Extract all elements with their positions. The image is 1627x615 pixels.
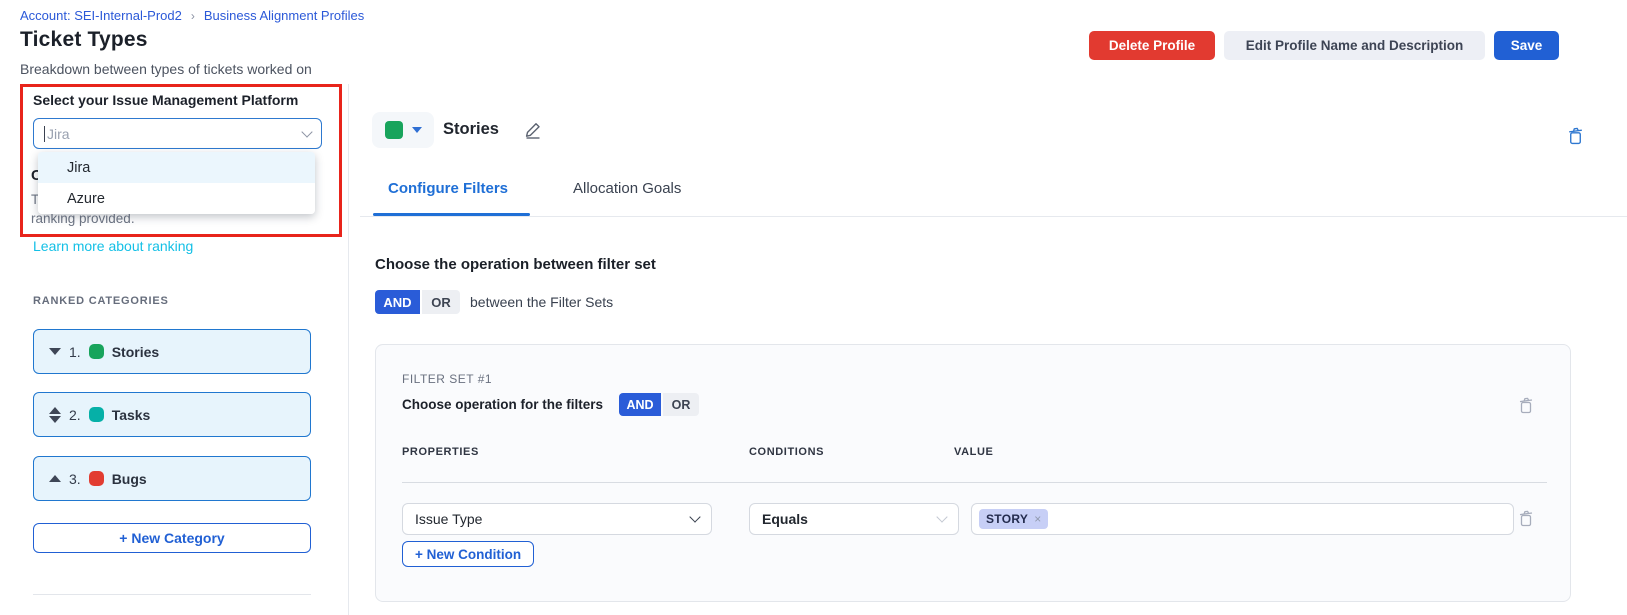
- platform-input-placeholder: Jira: [47, 126, 303, 142]
- breadcrumb: Account: SEI-Internal-Prod2 › Business A…: [20, 8, 364, 23]
- and-toggle-button[interactable]: AND: [375, 290, 420, 314]
- learn-more-ranking-link[interactable]: Learn more about ranking: [33, 238, 193, 254]
- new-condition-button[interactable]: + New Condition: [402, 541, 534, 567]
- category-color-picker-button[interactable]: [372, 112, 434, 148]
- ranked-categories-label: RANKED CATEGORIES: [33, 295, 169, 307]
- save-button[interactable]: Save: [1494, 31, 1559, 60]
- filter-set-label: FILTER SET #1: [402, 372, 492, 386]
- filter-set-operation-toggle: AND OR: [375, 290, 460, 314]
- caret-down-icon: [412, 127, 422, 133]
- chevron-down-icon: [301, 126, 312, 137]
- category-color-swatch: [385, 121, 403, 139]
- page-title: Ticket Types: [20, 28, 148, 52]
- chevron-down-icon: [936, 511, 947, 522]
- sort-up-down-icon[interactable]: [48, 407, 61, 423]
- delete-profile-button[interactable]: Delete Profile: [1089, 31, 1215, 60]
- category-color-dot: [89, 344, 104, 359]
- column-header-conditions: CONDITIONS: [749, 446, 824, 458]
- category-rank: 1.: [69, 344, 81, 360]
- category-rank: 3.: [69, 471, 81, 487]
- edit-category-name-icon[interactable]: [524, 121, 542, 144]
- business-alignment-profile-page: Account: SEI-Internal-Prod2 › Business A…: [0, 0, 1627, 615]
- category-color-dot: [89, 407, 104, 422]
- tab-configure-filters[interactable]: Configure Filters: [388, 180, 508, 197]
- or-toggle-button[interactable]: OR: [422, 290, 460, 314]
- filter-set-card: FILTER SET #1 Choose operation for the f…: [375, 344, 1571, 602]
- new-category-button[interactable]: + New Category: [33, 523, 311, 553]
- breadcrumb-separator-icon: ›: [191, 9, 195, 23]
- sort-up-icon[interactable]: [48, 475, 61, 482]
- category-color-dot: [89, 471, 104, 486]
- divider: [360, 216, 1627, 217]
- delete-filter-set-icon[interactable]: [1518, 397, 1534, 419]
- tab-allocation-goals[interactable]: Allocation Goals: [573, 180, 681, 197]
- filters-operation-toggle: AND OR: [619, 393, 699, 416]
- remove-tag-icon[interactable]: ×: [1034, 513, 1041, 525]
- dropdown-option-azure[interactable]: Azure: [38, 183, 315, 214]
- category-card-tasks[interactable]: 2. Tasks: [33, 392, 311, 437]
- edit-profile-button[interactable]: Edit Profile Name and Description: [1224, 31, 1485, 60]
- or-toggle-button[interactable]: OR: [663, 393, 699, 416]
- operation-caption: between the Filter Sets: [470, 294, 613, 310]
- column-header-properties: PROPERTIES: [402, 446, 479, 458]
- property-select[interactable]: Issue Type: [402, 503, 712, 535]
- value-tag: STORY ×: [979, 509, 1048, 529]
- chevron-down-icon: [689, 511, 700, 522]
- condition-select-value: Equals: [762, 511, 938, 527]
- and-toggle-button[interactable]: AND: [619, 393, 661, 416]
- category-rank: 2.: [69, 407, 81, 423]
- divider: [33, 594, 311, 595]
- divider: [402, 482, 1547, 483]
- delete-category-icon[interactable]: [1567, 127, 1584, 150]
- breadcrumb-page-link[interactable]: Business Alignment Profiles: [204, 8, 364, 23]
- filter-operation-label: Choose operation for the filters: [402, 397, 603, 412]
- platform-select-label: Select your Issue Management Platform: [33, 92, 298, 108]
- value-multiselect-input[interactable]: STORY ×: [971, 503, 1514, 535]
- breadcrumb-account-link[interactable]: Account: SEI-Internal-Prod2: [20, 8, 182, 23]
- category-name: Bugs: [112, 471, 147, 487]
- property-select-value: Issue Type: [415, 511, 691, 527]
- page-subtitle: Breakdown between types of tickets worke…: [20, 61, 312, 77]
- sidebar-divider-vertical: [348, 84, 349, 615]
- platform-dropdown-menu: Jira Azure: [38, 152, 315, 214]
- sort-down-icon[interactable]: [48, 348, 61, 355]
- delete-condition-icon[interactable]: [1518, 510, 1534, 532]
- category-title: Stories: [443, 120, 499, 139]
- condition-select[interactable]: Equals: [749, 503, 959, 535]
- operation-heading: Choose the operation between filter set: [375, 256, 656, 273]
- category-card-stories[interactable]: 1. Stories: [33, 329, 311, 374]
- category-name: Stories: [112, 344, 159, 360]
- text-cursor: [44, 126, 45, 142]
- column-header-value: VALUE: [954, 446, 993, 458]
- category-card-bugs[interactable]: 3. Bugs: [33, 456, 311, 501]
- dropdown-option-jira[interactable]: Jira: [38, 152, 315, 183]
- value-tag-label: STORY: [986, 512, 1028, 526]
- platform-select-input[interactable]: Jira: [33, 118, 322, 149]
- filter-operation-row: Choose operation for the filters AND OR: [402, 393, 699, 416]
- category-name: Tasks: [112, 407, 151, 423]
